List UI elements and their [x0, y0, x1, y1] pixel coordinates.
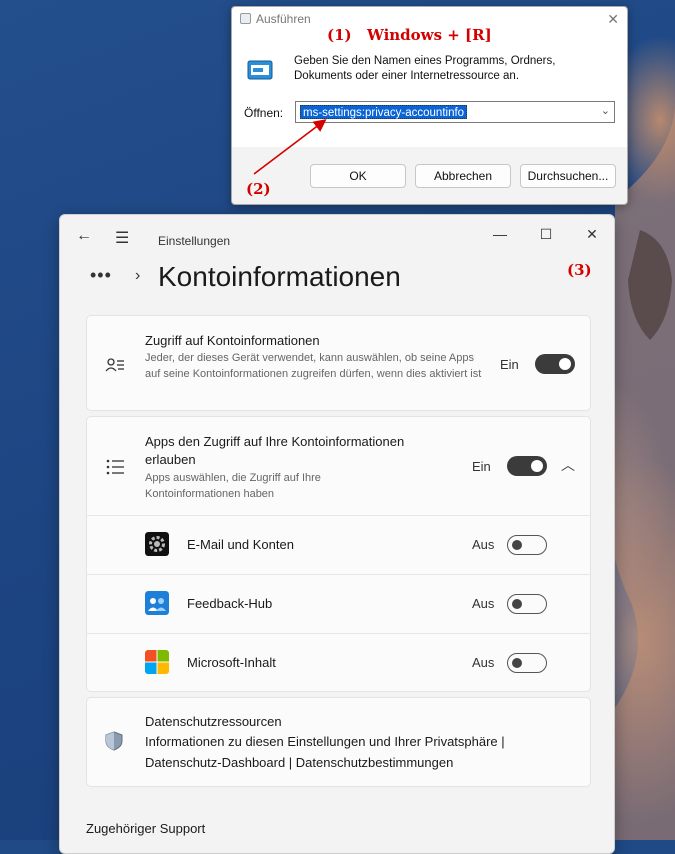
app-row-feedback-hub: Feedback-Hub Aus	[87, 574, 590, 633]
minimize-icon[interactable]: —	[480, 221, 520, 247]
settings-window: ← ☰ Einstellungen — ☐ ✕ ••• › Kontoinfor…	[59, 214, 615, 854]
app-toggle-feedback-hub[interactable]	[507, 594, 547, 614]
account-access-card: Zugriff auf Kontoinformationen Jeder, de…	[86, 315, 591, 411]
privacy-resources-title: Datenschutzressourcen	[145, 714, 282, 729]
run-description: Geben Sie den Namen eines Programms, Ord…	[294, 55, 556, 82]
page-title: Kontoinformationen	[158, 261, 401, 292]
cancel-button[interactable]: Abbrechen	[415, 164, 511, 188]
app-state: Aus	[472, 596, 495, 611]
app-state: Aus	[472, 655, 495, 670]
apps-access-card: Apps den Zugriff auf Ihre Kontoinformati…	[86, 416, 591, 692]
related-support-heading: Zugehöriger Support	[86, 821, 206, 836]
chevron-up-icon[interactable]: ︿	[561, 455, 575, 475]
privacy-links-line1[interactable]: Informationen zu diesen Einstellungen un…	[145, 734, 505, 749]
account-access-description: Jeder, der dieses Gerät verwendet, kann …	[145, 352, 482, 380]
privacy-links-line2[interactable]: Datenschutz-Dashboard | Datenschutzbesti…	[145, 755, 453, 770]
apps-access-description: Apps auswählen, die Zugriff auf Ihre Kon…	[145, 472, 321, 500]
back-arrow-icon[interactable]: ←	[76, 227, 92, 245]
feedback-hub-icon	[145, 591, 169, 615]
app-name: E-Mail und Konten	[187, 537, 294, 552]
account-access-state: Ein	[500, 357, 519, 372]
annotation-step1-shortcut: Windows + [R]	[367, 26, 492, 44]
annotation-step1-number: (1)	[327, 26, 352, 44]
app-title: Einstellungen	[158, 234, 231, 248]
account-access-toggle[interactable]	[535, 354, 575, 374]
close-icon[interactable]: ✕	[572, 221, 612, 247]
chevron-down-icon[interactable]: ⌄	[601, 104, 610, 117]
account-info-icon	[105, 358, 124, 372]
maximize-icon[interactable]: ☐	[526, 221, 566, 247]
app-row-microsoft-content: Microsoft-Inhalt Aus	[87, 633, 590, 692]
account-access-title: Zugriff auf Kontoinformationen	[145, 333, 320, 348]
mail-accounts-icon	[145, 532, 169, 556]
breadcrumb-more-icon[interactable]: •••	[90, 265, 112, 286]
apps-access-toggle[interactable]	[507, 456, 547, 476]
run-window-icon	[240, 13, 251, 24]
run-dialog-title: Ausführen	[256, 12, 311, 26]
app-toggle-microsoft-content[interactable]	[507, 653, 547, 673]
app-name: Microsoft-Inhalt	[187, 655, 276, 670]
app-state: Aus	[472, 537, 495, 552]
hamburger-menu-icon[interactable]: ☰	[115, 228, 129, 248]
run-command-input[interactable]: ms-settings:privacy-accountinfo ⌄	[295, 101, 615, 123]
browse-button[interactable]: Durchsuchen...	[520, 164, 616, 188]
privacy-info-link[interactable]: Informationen zu diesen Einstellungen un…	[145, 734, 505, 749]
microsoft-logo-icon	[145, 650, 169, 674]
apps-access-title: Apps den Zugriff auf Ihre Kontoinformati…	[145, 434, 405, 467]
privacy-resources-card: Datenschutzressourcen Informationen zu d…	[86, 697, 591, 787]
apps-access-state: Ein	[472, 459, 491, 474]
list-icon	[106, 459, 124, 475]
annotation-step3: (3)	[567, 261, 592, 279]
shield-icon	[105, 731, 123, 751]
close-icon[interactable]: ✕	[607, 11, 619, 28]
annotation-step2: (2)	[246, 180, 271, 198]
run-app-icon	[247, 60, 273, 80]
breadcrumb-chevron-icon: ›	[135, 267, 141, 284]
app-row-mail: E-Mail und Konten Aus	[87, 515, 590, 574]
app-toggle-mail[interactable]	[507, 535, 547, 555]
annotation-arrow	[253, 119, 327, 175]
privacy-dashboard-link[interactable]: Datenschutz-Dashboard | Datenschutzbesti…	[145, 755, 453, 770]
app-name: Feedback-Hub	[187, 596, 273, 611]
